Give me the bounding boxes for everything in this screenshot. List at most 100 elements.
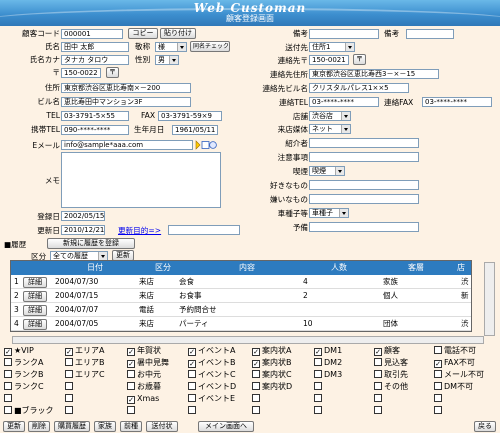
referrer-input[interactable] xyxy=(309,138,419,148)
update-purpose-input[interactable] xyxy=(168,225,240,235)
checkbox-unchecked-icon[interactable] xyxy=(252,382,260,390)
attribute-checkbox[interactable] xyxy=(314,406,324,416)
checkbox-checked-icon[interactable]: ✓ xyxy=(4,348,12,356)
checkbox-unchecked-icon[interactable] xyxy=(127,406,135,414)
checkbox-unchecked-icon[interactable] xyxy=(65,358,73,366)
row-detail-button[interactable]: 詳細 xyxy=(23,319,47,330)
checkbox-checked-icon[interactable]: ✓ xyxy=(127,360,135,368)
attribute-checkbox[interactable]: ランクC xyxy=(4,382,44,392)
grid-header-type[interactable]: 区分 xyxy=(135,261,191,275)
attribute-checkbox[interactable]: ■ブラック xyxy=(4,406,54,416)
row-detail-button[interactable]: 詳細 xyxy=(23,277,47,288)
kana-input[interactable]: タナカ タロウ xyxy=(61,55,129,65)
address-input[interactable]: 東京都渋谷区恵比寿南×－200 xyxy=(61,83,191,93)
birthday-input[interactable]: 1961/05/11 xyxy=(172,125,218,135)
attribute-checkbox[interactable] xyxy=(4,394,14,404)
row-detail-button[interactable]: 詳細 xyxy=(23,291,47,302)
attribute-checkbox[interactable] xyxy=(374,394,384,404)
history-vertical-scrollbar[interactable] xyxy=(484,262,495,336)
table-row[interactable]: 3 詳細 2004/07/07 電話 予約問合せ xyxy=(11,303,471,317)
checkbox-unchecked-icon[interactable] xyxy=(374,382,382,390)
attribute-checkbox[interactable] xyxy=(314,382,324,392)
attribute-checkbox[interactable] xyxy=(252,406,262,416)
checkbox-unchecked-icon[interactable] xyxy=(65,394,73,402)
attribute-checkbox[interactable]: ✓ イベントB xyxy=(188,358,236,368)
likes-input[interactable] xyxy=(309,180,419,190)
attribute-checkbox[interactable]: エリアB xyxy=(65,358,105,368)
update-button[interactable]: 更新 xyxy=(3,421,25,432)
checkbox-unchecked-icon[interactable] xyxy=(252,394,260,402)
attribute-checkbox[interactable]: お歳暮 xyxy=(127,382,161,392)
checkbox-unchecked-icon[interactable] xyxy=(374,394,382,402)
send-to-button[interactable]: 送付状 xyxy=(146,421,178,432)
attribute-checkbox[interactable] xyxy=(252,394,262,404)
checkbox-unchecked-icon[interactable] xyxy=(127,370,135,378)
checkbox-unchecked-icon[interactable] xyxy=(188,382,196,390)
caution-input[interactable] xyxy=(309,152,419,162)
ship-to-select[interactable]: 住所1 xyxy=(309,42,355,52)
attribute-checkbox[interactable] xyxy=(434,394,444,404)
attribute-checkbox[interactable]: メール不可 xyxy=(434,370,484,380)
checkbox-unchecked-icon[interactable] xyxy=(434,394,442,402)
attribute-checkbox[interactable]: DM2 xyxy=(314,358,342,368)
checkbox-checked-icon[interactable]: ✓ xyxy=(188,348,196,356)
checkbox-unchecked-icon[interactable] xyxy=(188,406,196,414)
attribute-checkbox[interactable]: 取引先 xyxy=(374,370,408,380)
table-row[interactable]: 4 詳細 2004/07/05 来店 パーティ 10 団体 渋 xyxy=(11,317,471,331)
table-row[interactable]: 2 詳細 2004/07/15 来店 お食事 2 個人 新 xyxy=(11,289,471,303)
attribute-checkbox[interactable]: イベントC xyxy=(188,370,236,380)
attribute-checkbox[interactable]: DM不可 xyxy=(434,382,473,392)
attribute-checkbox[interactable] xyxy=(434,406,444,416)
spare-input[interactable] xyxy=(309,222,419,232)
attribute-checkbox[interactable]: ✓ 年賀状 xyxy=(127,346,161,356)
attribute-checkbox[interactable]: ✓ Xmas xyxy=(127,394,159,404)
visit-media-select[interactable]: ネット xyxy=(309,124,351,134)
checkbox-checked-icon[interactable]: ✓ xyxy=(127,348,135,356)
notes-input[interactable] xyxy=(309,29,379,39)
checkbox-unchecked-icon[interactable] xyxy=(188,394,196,402)
name-check-button[interactable]: 同名チェック xyxy=(190,41,230,52)
tel-input[interactable]: 03-3791-5×55 xyxy=(61,111,129,121)
back-button[interactable]: 戻る xyxy=(474,421,496,432)
checkbox-unchecked-icon[interactable] xyxy=(65,406,73,414)
checkbox-unchecked-icon[interactable] xyxy=(314,358,322,366)
fax-input[interactable]: 03-3791-59×9 xyxy=(158,111,222,121)
customer-code-input[interactable]: 000001 xyxy=(61,29,123,39)
grid-header-date[interactable]: 日付 xyxy=(55,261,135,275)
contact-zip-button[interactable]: 〒 xyxy=(353,54,366,65)
checkbox-unchecked-icon[interactable] xyxy=(314,370,322,378)
contact-zip-input[interactable]: 150-0021 xyxy=(309,55,349,65)
attribute-checkbox[interactable]: お中元 xyxy=(127,370,161,380)
checkbox-checked-icon[interactable]: ✓ xyxy=(127,396,135,404)
checkbox-unchecked-icon[interactable] xyxy=(434,346,442,354)
memo-textarea[interactable] xyxy=(61,152,221,208)
row-detail-button[interactable]: 詳細 xyxy=(23,305,47,316)
checkbox-unchecked-icon[interactable] xyxy=(252,406,260,414)
smoking-select[interactable]: 喫煙 xyxy=(309,166,345,176)
attribute-checkbox[interactable]: DM3 xyxy=(314,370,342,380)
attribute-checkbox[interactable]: 案内状C xyxy=(252,370,292,380)
new-history-button[interactable]: 新規に履歴を登録 xyxy=(47,238,135,249)
checkbox-unchecked-icon[interactable] xyxy=(252,370,260,378)
copy-button[interactable]: コピー xyxy=(128,28,158,39)
attribute-checkbox[interactable]: エリアC xyxy=(65,370,105,380)
checkbox-unchecked-icon[interactable] xyxy=(4,406,12,414)
checkbox-checked-icon[interactable]: ✓ xyxy=(252,348,260,356)
grid-header-people[interactable]: 人数 xyxy=(303,261,375,275)
attribute-checkbox[interactable]: イベントE xyxy=(188,394,235,404)
checkbox-unchecked-icon[interactable] xyxy=(314,394,322,402)
checkbox-unchecked-icon[interactable] xyxy=(314,382,322,390)
update-purpose-link[interactable]: 更新目的=> xyxy=(118,227,161,235)
zip-lookup-button[interactable]: 〒 xyxy=(106,67,119,78)
attribute-checkbox[interactable]: 電話不可 xyxy=(434,346,476,356)
paste-button[interactable]: 貼り付け xyxy=(160,28,196,39)
attribute-checkbox[interactable]: ✓ イベントA xyxy=(188,346,235,356)
attribute-checkbox[interactable] xyxy=(127,406,137,416)
grid-header-content[interactable]: 内容 xyxy=(191,261,303,275)
checkbox-unchecked-icon[interactable] xyxy=(434,382,442,390)
contact-fax-input[interactable]: 03-****-**** xyxy=(422,97,492,107)
contact-tel-input[interactable]: 03-****-**** xyxy=(309,97,379,107)
checkbox-checked-icon[interactable]: ✓ xyxy=(434,360,442,368)
purchase-history-button[interactable]: 購買履歴 xyxy=(54,421,90,432)
prev-button[interactable]: 前種 xyxy=(120,421,142,432)
